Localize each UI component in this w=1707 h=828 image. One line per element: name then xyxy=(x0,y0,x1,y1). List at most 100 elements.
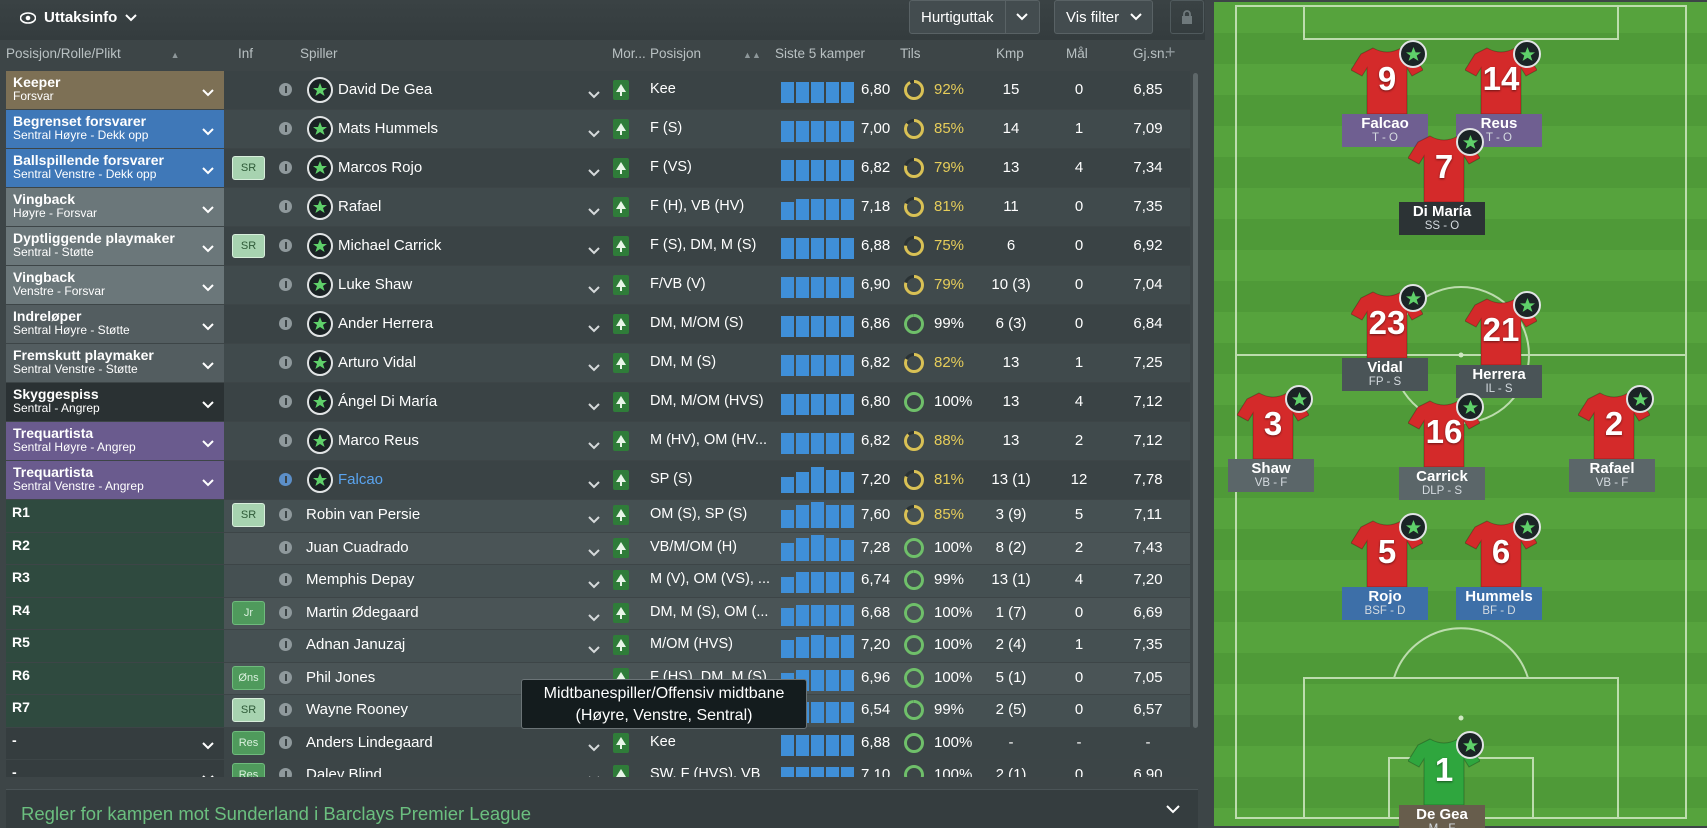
player-name[interactable]: Arturo Vidal xyxy=(338,354,416,371)
col-inf[interactable]: Inf xyxy=(238,46,253,61)
add-column-icon[interactable]: + xyxy=(1165,42,1176,63)
info-icon[interactable] xyxy=(279,473,292,486)
role-dropdown[interactable] xyxy=(202,162,214,180)
role-selector[interactable]: Keeper Forsvar xyxy=(6,71,224,109)
view-selector[interactable]: Uttaksinfo xyxy=(20,9,138,26)
player-name[interactable]: Juan Cuadrado xyxy=(306,539,409,556)
table-row[interactable]: Indreløper Sentral Høyre - Støtte Ander He… xyxy=(0,304,1190,343)
col-last5[interactable]: Siste 5 kamper xyxy=(775,46,865,61)
player-dropdown[interactable] xyxy=(588,203,600,221)
info-icon[interactable] xyxy=(279,200,292,213)
table-row[interactable]: Trequartista Sentral Venstre - Angrep Falc… xyxy=(0,460,1190,499)
player-name[interactable]: Robin van Persie xyxy=(306,506,420,523)
info-icon[interactable] xyxy=(279,356,292,369)
table-row[interactable]: Vingback Venstre - Forsvar Luke Shaw F/VB (… xyxy=(0,265,1190,304)
info-icon[interactable] xyxy=(279,638,292,651)
player-name[interactable]: Wayne Rooney xyxy=(306,701,408,718)
role-dropdown[interactable] xyxy=(202,435,214,453)
info-icon[interactable] xyxy=(279,122,292,135)
info-icon[interactable] xyxy=(279,508,292,521)
table-row[interactable]: R3 Memphis Depay M (V), OM (VS), ... 6,74 99… xyxy=(0,564,1190,597)
info-icon[interactable] xyxy=(279,573,292,586)
col-role[interactable]: Posisjon/Rolle/Plikt ▲ xyxy=(6,46,179,61)
table-row[interactable]: - Res Anders Lindegaard Kee 6,88 100% - - - xyxy=(0,727,1190,759)
player-name[interactable]: Martin Ødegaard xyxy=(306,604,419,621)
quick-pick-dropdown[interactable] xyxy=(1004,1,1039,33)
role-dropdown[interactable] xyxy=(202,770,214,777)
col-avg[interactable]: Gj.sn. xyxy=(1133,46,1168,61)
table-row[interactable]: Fremskutt playmaker Sentral Venstre - Stø… xyxy=(0,343,1190,382)
player-dropdown[interactable] xyxy=(588,576,600,594)
role-selector[interactable]: Trequartista Sentral Venstre - Angrep xyxy=(6,461,224,499)
role-selector[interactable]: Dyptliggende playmaker Sentral - Støtte xyxy=(6,227,224,265)
info-icon[interactable] xyxy=(279,768,292,777)
pitch-player[interactable]: 6 Hummels BF - D xyxy=(1455,513,1545,637)
info-icon[interactable] xyxy=(279,670,292,684)
player-name[interactable]: Luke Shaw xyxy=(338,276,412,293)
player-dropdown[interactable] xyxy=(588,544,600,562)
role-dropdown[interactable] xyxy=(202,279,214,297)
quick-pick-button[interactable]: Hurtiguttak xyxy=(909,0,1040,34)
player-dropdown[interactable] xyxy=(588,164,600,182)
player-dropdown[interactable] xyxy=(588,609,600,627)
info-icon[interactable] xyxy=(279,317,292,330)
table-row[interactable]: Trequartista Sentral Høyre - Angrep Marco … xyxy=(0,421,1190,460)
role-selector[interactable]: Skyggespiss Sentral - Angrep xyxy=(6,383,224,421)
player-name[interactable]: Rafael xyxy=(338,198,381,215)
role-dropdown[interactable] xyxy=(202,201,214,219)
role-selector[interactable]: Indreløper Sentral Høyre - Støtte xyxy=(6,305,224,343)
lock-button[interactable] xyxy=(1170,0,1204,34)
player-dropdown[interactable] xyxy=(588,437,600,455)
player-dropdown[interactable] xyxy=(588,739,600,757)
role-dropdown[interactable] xyxy=(202,357,214,375)
table-row[interactable]: R1 SR Robin van Persie OM (S), SP (S) 7,60 85… xyxy=(0,499,1190,532)
info-icon[interactable] xyxy=(279,239,292,252)
pitch-player[interactable]: 3 Shaw VB - F xyxy=(1227,385,1317,509)
player-name[interactable]: Marco Reus xyxy=(338,432,419,449)
col-apps[interactable]: Kmp xyxy=(996,46,1024,61)
player-name[interactable]: Anders Lindegaard xyxy=(306,734,433,751)
reserve-slot[interactable]: - xyxy=(6,727,224,759)
table-row[interactable]: Keeper Forsvar David De Gea Kee 6,80 92% 15 0 6,… xyxy=(0,70,1190,109)
role-selector[interactable]: Vingback Venstre - Forsvar xyxy=(6,266,224,304)
role-dropdown[interactable] xyxy=(202,123,214,141)
player-dropdown[interactable] xyxy=(588,281,600,299)
filter-button[interactable]: Vis filter xyxy=(1054,0,1154,34)
table-row[interactable]: R2 Juan Cuadrado VB/M/OM (H) 7,28 100% 8 (2) 2… xyxy=(0,532,1190,564)
role-selector[interactable]: Ballspillende forsvarer Sentral Venstre -… xyxy=(6,149,224,187)
player-name[interactable]: Daley Blind xyxy=(306,766,382,777)
role-dropdown[interactable] xyxy=(202,318,214,336)
info-icon[interactable] xyxy=(279,278,292,291)
col-player[interactable]: Spiller xyxy=(300,46,338,61)
col-morale[interactable]: Mor... xyxy=(612,46,646,61)
info-icon[interactable] xyxy=(279,83,292,96)
player-dropdown[interactable] xyxy=(588,359,600,377)
info-icon[interactable] xyxy=(279,395,292,408)
player-name[interactable]: Ángel Di María xyxy=(338,393,437,410)
player-dropdown[interactable] xyxy=(588,320,600,338)
player-name[interactable]: Memphis Depay xyxy=(306,571,414,588)
table-row[interactable]: Vingback Høyre - Forsvar Rafael F (H), VB (… xyxy=(0,187,1190,226)
table-row[interactable]: Ballspillende forsvarer Sentral Venstre -… xyxy=(0,148,1190,187)
info-icon[interactable] xyxy=(279,605,292,619)
player-dropdown[interactable] xyxy=(588,398,600,416)
player-dropdown[interactable] xyxy=(588,511,600,529)
role-selector[interactable]: Begrenset forsvarer Sentral Høyre - Dekk … xyxy=(6,110,224,148)
info-icon[interactable] xyxy=(279,161,292,174)
player-name[interactable]: Mats Hummels xyxy=(338,120,438,137)
table-row[interactable]: Dyptliggende playmaker Sentral - Støtte SR… xyxy=(0,226,1190,265)
table-row[interactable]: - Res Daley Blind SW, F (HVS), VB 7,10 100% 2 … xyxy=(0,759,1190,777)
role-dropdown[interactable] xyxy=(202,240,214,258)
col-position[interactable]: Posisjon ▲▲ xyxy=(650,46,761,61)
info-icon[interactable] xyxy=(279,735,292,749)
reserve-slot[interactable]: - xyxy=(6,760,224,777)
player-dropdown[interactable] xyxy=(588,86,600,104)
col-goals[interactable]: Mål xyxy=(1066,46,1088,61)
pitch-player[interactable]: 1De GeaM - F xyxy=(1398,731,1488,828)
info-icon[interactable] xyxy=(279,703,292,716)
role-selector[interactable]: Trequartista Sentral Høyre - Angrep xyxy=(6,422,224,460)
role-dropdown[interactable] xyxy=(202,737,214,755)
table-row[interactable]: Skyggespiss Sentral - Angrep Ángel Di Marí… xyxy=(0,382,1190,421)
player-name[interactable]: Falcao xyxy=(338,471,383,488)
table-row[interactable]: R4 Jr Martin Ødegaard DM, M (S), OM (... 6,6… xyxy=(0,597,1190,629)
